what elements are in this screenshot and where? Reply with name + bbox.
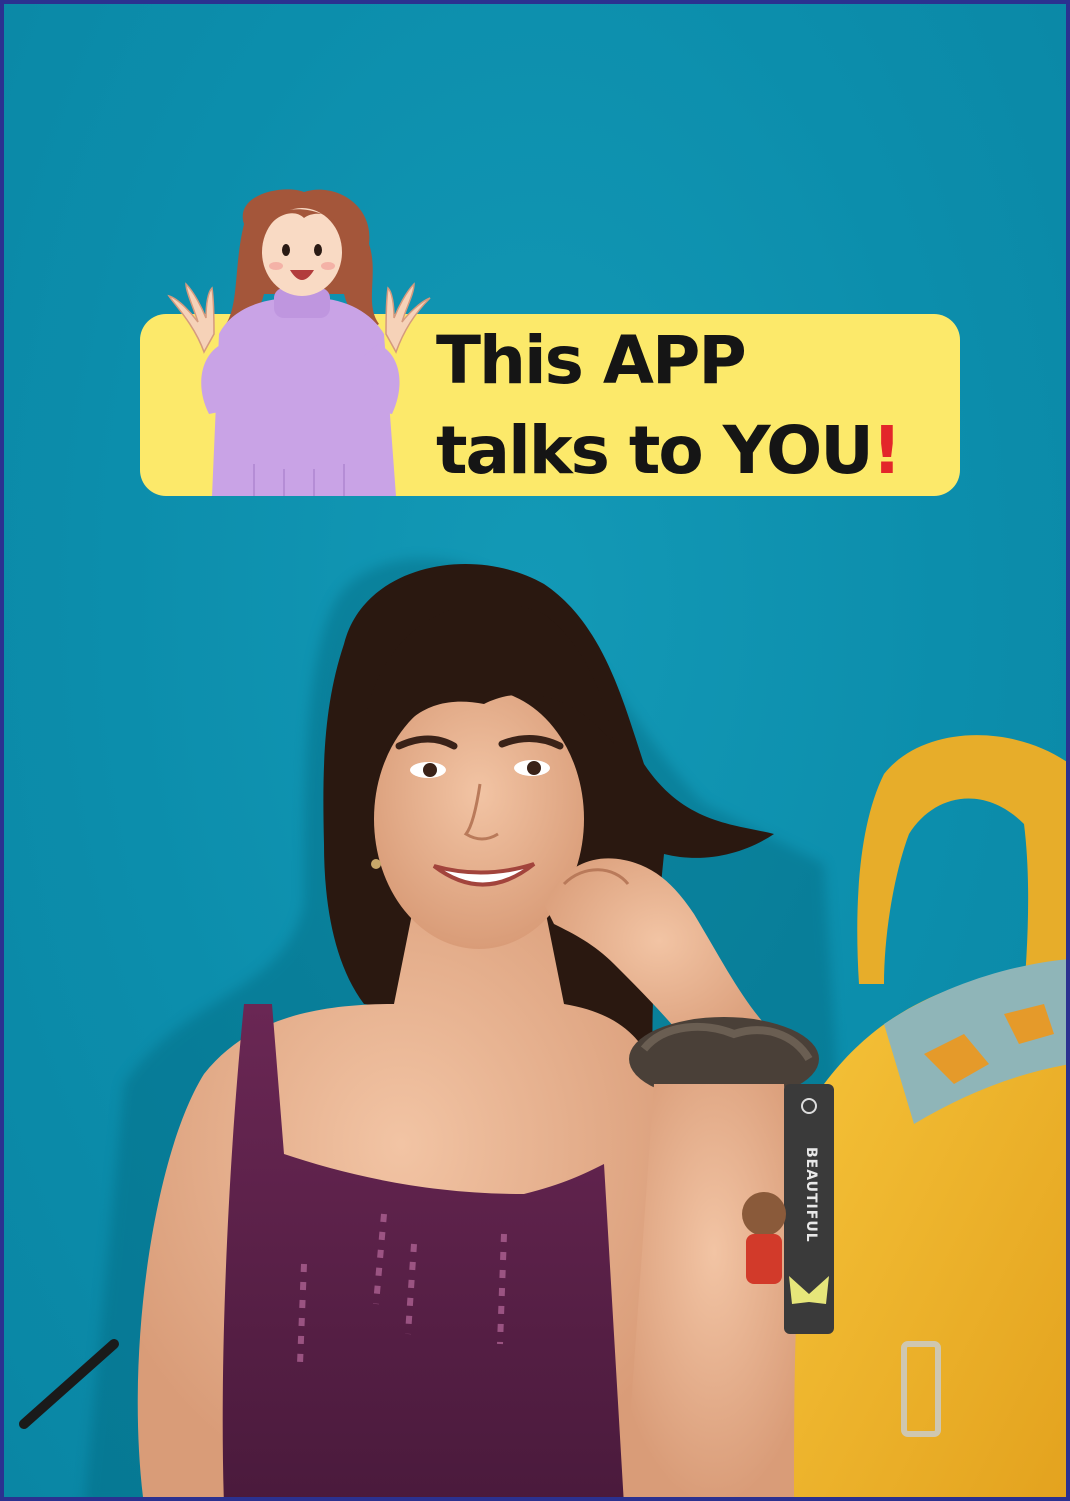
bag-strap-text: BEAUTIFUL [803,1147,819,1243]
headline-text: This APP talks to YOU! [436,316,956,496]
woman-with-bag-photo [19,559,1066,1497]
cartoon-girl-illustration [167,189,431,496]
exclamation-mark: ! [871,412,902,489]
headline-line-1: This APP [436,322,747,399]
headline-line-2-text: talks to YOU [436,412,874,489]
headline-line-2: talks to YOU! [436,406,956,496]
poster-frame: This APP talks to YOU! BEAUTIFUL [0,0,1070,1501]
